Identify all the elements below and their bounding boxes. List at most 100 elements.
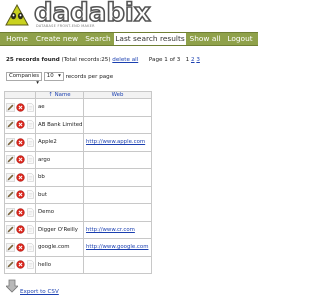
row-actions bbox=[4, 168, 36, 187]
nav-logout[interactable]: Logout bbox=[226, 33, 254, 45]
details-icon[interactable] bbox=[26, 120, 35, 129]
details-icon[interactable] bbox=[26, 138, 35, 147]
cell-name: google.com bbox=[35, 238, 84, 257]
pencil-icon[interactable] bbox=[6, 207, 15, 217]
table-row: hello bbox=[4, 255, 152, 274]
table-select-value: Companies bbox=[9, 73, 40, 79]
logo-icon bbox=[5, 3, 29, 26]
page-2-link[interactable]: 2 bbox=[191, 57, 195, 63]
cell-name: Digger O'Reilly bbox=[35, 220, 84, 239]
pencil-icon[interactable] bbox=[6, 242, 15, 252]
brand-name: dadabix bbox=[33, 0, 151, 28]
details-icon[interactable] bbox=[26, 173, 35, 182]
nav-create-new[interactable]: Create new bbox=[35, 33, 79, 45]
nav-last-search-results[interactable]: Last search results bbox=[114, 33, 186, 45]
cell-name: Demo bbox=[35, 203, 84, 222]
page-3-link[interactable]: 3 bbox=[196, 57, 200, 63]
delete-icon[interactable] bbox=[16, 138, 25, 147]
results-summary: 25 records found (Total records:25) dele… bbox=[6, 57, 200, 63]
cell-name: AB Bank Limited bbox=[35, 115, 84, 134]
cell-name: argo bbox=[35, 150, 84, 169]
column-header-web[interactable]: Web bbox=[83, 91, 152, 99]
delete-all-link[interactable]: delete all bbox=[112, 57, 138, 63]
page-1-current: 1 bbox=[185, 57, 190, 63]
row-actions bbox=[4, 220, 36, 239]
table-row: AB Bank Limited bbox=[4, 115, 152, 134]
table-row: google.com http://www.google.com bbox=[4, 238, 152, 257]
delete-icon[interactable] bbox=[16, 103, 25, 112]
actions-header bbox=[4, 91, 36, 99]
cell-web bbox=[83, 150, 152, 169]
pencil-icon[interactable] bbox=[6, 172, 15, 182]
brand-tagline: DATABASE FRONT-END MAKER bbox=[36, 24, 95, 28]
main-nav: Home Create new Search Last search resul… bbox=[0, 32, 258, 46]
cell-name: hello bbox=[35, 255, 84, 274]
results-table: ↑ Name Web ae AB Bank Limited Apple2 http:/… bbox=[4, 91, 152, 274]
cell-web bbox=[83, 255, 152, 274]
list-controls: Companies ▾ 10 ▾ records per page bbox=[6, 72, 114, 86]
export-csv-link[interactable]: Export to CSV bbox=[20, 289, 59, 295]
export-csv[interactable]: Export to CSV bbox=[6, 279, 59, 297]
row-actions bbox=[4, 115, 36, 134]
cell-web: http://www.cr.com bbox=[83, 220, 152, 239]
column-header-name[interactable]: ↑ Name bbox=[35, 91, 84, 99]
cell-name: Apple2 bbox=[35, 133, 84, 152]
row-actions bbox=[4, 255, 36, 274]
pencil-icon[interactable] bbox=[6, 260, 15, 270]
details-icon[interactable] bbox=[26, 208, 35, 217]
table-header-row: ↑ Name Web bbox=[4, 91, 152, 99]
chevron-down-icon: ▾ bbox=[36, 80, 39, 86]
pencil-icon[interactable] bbox=[6, 120, 15, 130]
delete-icon[interactable] bbox=[16, 225, 25, 234]
details-icon[interactable] bbox=[26, 225, 35, 234]
records-per-page-label: records per page bbox=[65, 74, 114, 80]
table-row: Demo bbox=[4, 203, 152, 222]
table-row: but bbox=[4, 185, 152, 204]
row-actions bbox=[4, 98, 36, 117]
delete-icon[interactable] bbox=[16, 243, 25, 252]
delete-icon[interactable] bbox=[16, 173, 25, 182]
delete-icon[interactable] bbox=[16, 155, 25, 164]
cell-web: http://www.apple.com bbox=[83, 133, 152, 152]
records-found-count: 25 records found bbox=[6, 57, 60, 63]
total-records: (Total records:25) bbox=[61, 57, 111, 63]
nav-search[interactable]: Search bbox=[84, 33, 112, 45]
row-actions bbox=[4, 133, 36, 152]
web-link[interactable]: http://www.google.com bbox=[86, 244, 148, 250]
cell-web bbox=[83, 115, 152, 134]
cell-web bbox=[83, 203, 152, 222]
chevron-down-icon: ▾ bbox=[58, 73, 61, 79]
pencil-icon[interactable] bbox=[6, 225, 15, 235]
web-link[interactable]: http://www.apple.com bbox=[86, 139, 145, 145]
sort-by-web-link[interactable]: Web bbox=[112, 92, 124, 98]
delete-icon[interactable] bbox=[16, 260, 25, 269]
row-actions bbox=[4, 185, 36, 204]
cell-name: but bbox=[35, 185, 84, 204]
delete-icon[interactable] bbox=[16, 190, 25, 199]
pencil-icon[interactable] bbox=[6, 137, 15, 147]
pencil-icon[interactable] bbox=[6, 102, 15, 112]
table-row: Digger O'Reilly http://www.cr.com bbox=[4, 220, 152, 239]
records-per-page-select[interactable]: 10 ▾ bbox=[43, 72, 64, 81]
row-actions bbox=[4, 203, 36, 222]
sort-by-name-link[interactable]: ↑ Name bbox=[48, 92, 70, 98]
details-icon[interactable] bbox=[26, 243, 35, 252]
pencil-icon[interactable] bbox=[6, 190, 15, 200]
web-link[interactable]: http://www.cr.com bbox=[86, 227, 135, 233]
pencil-icon[interactable] bbox=[6, 155, 15, 165]
delete-icon[interactable] bbox=[16, 120, 25, 129]
nav-show-all[interactable]: Show all bbox=[189, 33, 221, 45]
delete-icon[interactable] bbox=[16, 208, 25, 217]
cell-web bbox=[83, 98, 152, 117]
table-row: Apple2 http://www.apple.com bbox=[4, 133, 152, 152]
nav-home[interactable]: Home bbox=[4, 33, 30, 45]
table-select[interactable]: Companies ▾ bbox=[6, 72, 42, 86]
header: dadabix DATABASE FRONT-END MAKER bbox=[0, 0, 258, 32]
table-row: argo bbox=[4, 150, 152, 169]
download-arrow-icon[interactable] bbox=[6, 279, 18, 293]
details-icon[interactable] bbox=[26, 103, 35, 112]
details-icon[interactable] bbox=[26, 260, 35, 269]
table-row: ae bbox=[4, 98, 152, 117]
details-icon[interactable] bbox=[26, 190, 35, 199]
details-icon[interactable] bbox=[26, 155, 35, 164]
